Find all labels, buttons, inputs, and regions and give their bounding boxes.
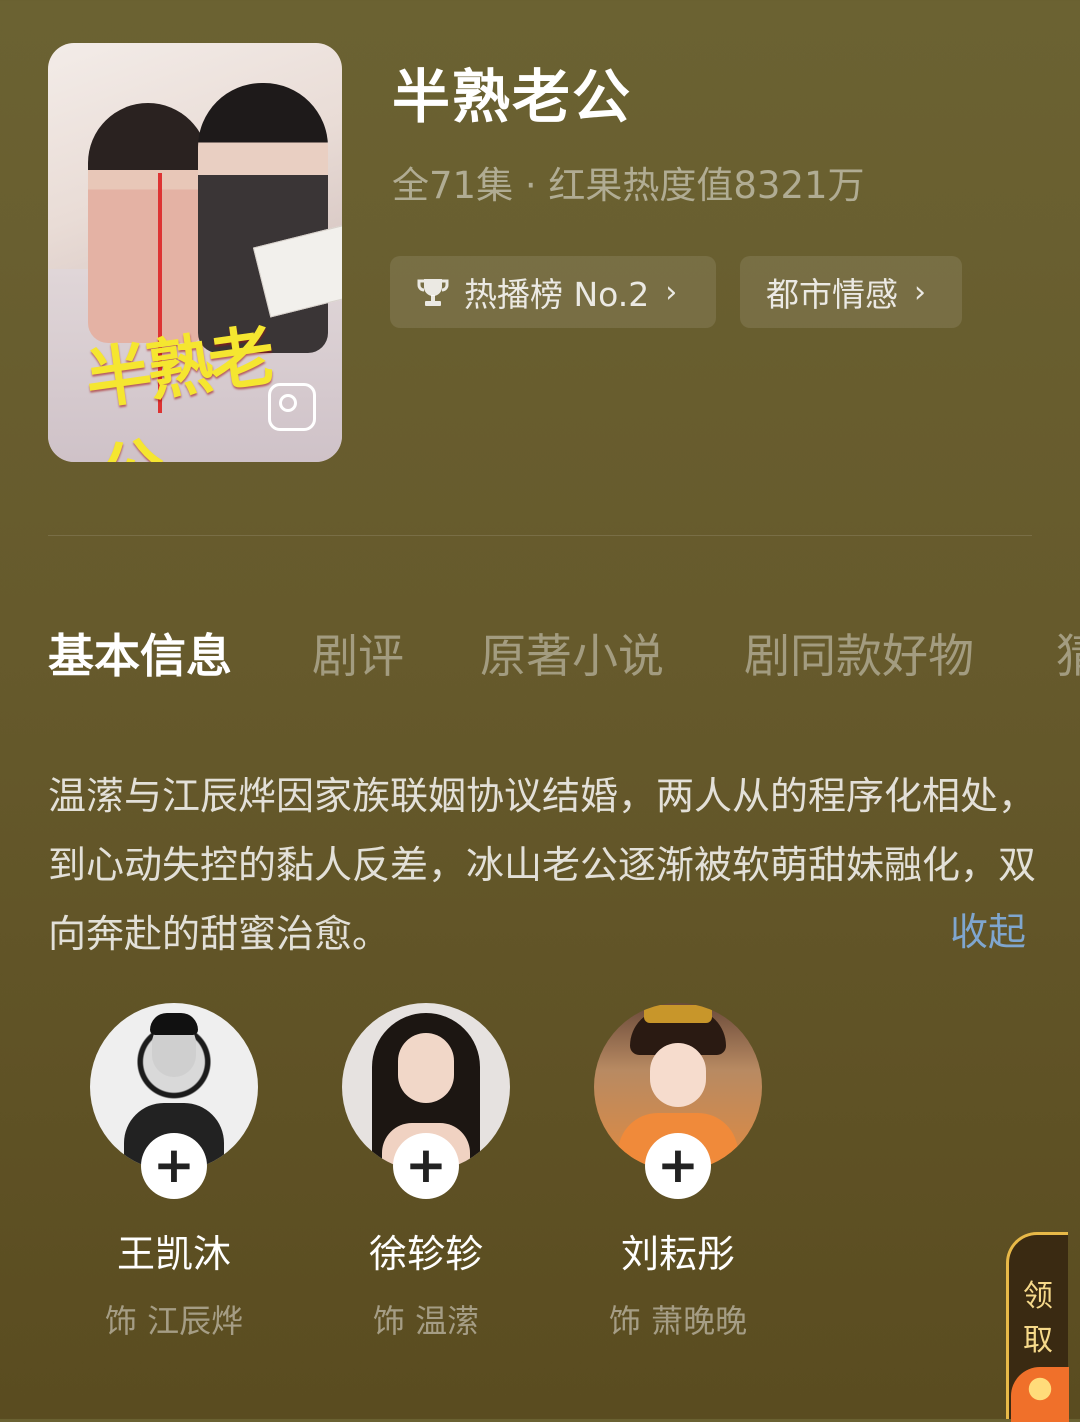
gallery-icon[interactable] bbox=[268, 383, 316, 431]
chevron-right-icon: › bbox=[665, 274, 678, 310]
plus-icon[interactable]: + bbox=[141, 1133, 207, 1199]
divider bbox=[48, 535, 1032, 536]
drama-poster[interactable]: 半熟老公 bbox=[48, 43, 342, 462]
rank-chip[interactable]: 热播榜 No.2 › bbox=[390, 256, 716, 328]
drama-title: 半熟老公 bbox=[392, 63, 633, 131]
actor-name: 刘耘彤 bbox=[620, 1232, 735, 1276]
cast-member[interactable]: + 刘耘彤 饰 萧晚晚 bbox=[558, 1003, 798, 1342]
chevron-right-icon: › bbox=[914, 274, 926, 310]
cast-member[interactable]: + 徐轸轸 饰 温潆 bbox=[306, 1003, 546, 1342]
tab-merch[interactable]: 剧同款好物 bbox=[744, 620, 974, 686]
actor-role: 饰 江辰烨 bbox=[104, 1302, 244, 1340]
avatar[interactable]: + bbox=[594, 1003, 762, 1199]
plus-icon[interactable]: + bbox=[645, 1133, 711, 1199]
reward-widget[interactable]: 领取 bbox=[1006, 1232, 1069, 1422]
genre-chip[interactable]: 都市情感 › bbox=[740, 256, 962, 328]
trophy-icon bbox=[417, 279, 449, 306]
avatar[interactable]: + bbox=[90, 1003, 258, 1199]
tab-original-novel[interactable]: 原著小说 bbox=[480, 620, 664, 686]
poster-actress bbox=[88, 103, 208, 343]
rank-chip-label: 热播榜 No.2 bbox=[464, 275, 650, 314]
drama-meta: 全71集 · 红果热度值8321万 bbox=[392, 164, 865, 207]
tab-basic-info[interactable]: 基本信息 bbox=[48, 620, 232, 686]
actor-name: 王凯沐 bbox=[116, 1232, 231, 1276]
collapse-link[interactable]: 收起 bbox=[950, 901, 1026, 956]
synopsis-text: 温潆与江辰烨因家族联姻协议结婚，两人从的程序化相处，到心动失控的黏人反差，冰山老… bbox=[48, 774, 1037, 956]
reward-label: 领取 bbox=[1023, 1279, 1053, 1358]
tab-reviews[interactable]: 剧评 bbox=[312, 620, 404, 686]
actor-name: 徐轸轸 bbox=[368, 1232, 483, 1276]
genre-chip-label: 都市情感 bbox=[766, 275, 898, 314]
cast-member[interactable]: + 王凯沐 饰 江辰烨 bbox=[54, 1003, 294, 1342]
avatar[interactable]: + bbox=[342, 1003, 510, 1199]
actor-role: 饰 萧晚晚 bbox=[608, 1302, 748, 1340]
actor-role: 饰 温潆 bbox=[372, 1302, 480, 1340]
plus-icon[interactable]: + bbox=[393, 1133, 459, 1199]
red-envelope-icon bbox=[1011, 1367, 1069, 1422]
tab-guess[interactable]: 猜 bbox=[1056, 620, 1080, 686]
